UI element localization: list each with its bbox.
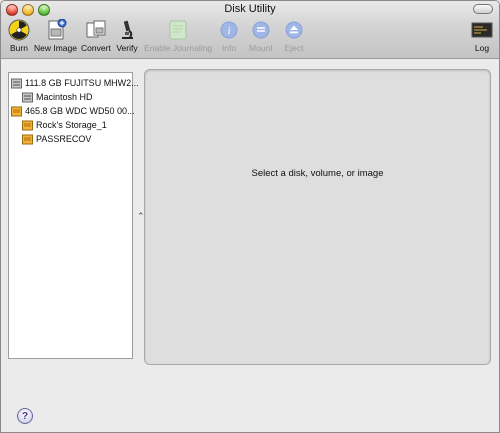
volume-icon bbox=[22, 92, 33, 103]
eject-label: Eject bbox=[284, 43, 304, 53]
convert-button[interactable]: Convert bbox=[81, 19, 111, 57]
list-item[interactable]: Rock's Storage_1 bbox=[22, 118, 107, 132]
toolbar-toggle-button[interactable] bbox=[473, 4, 493, 14]
new-image-icon bbox=[45, 19, 67, 41]
internal-disk-icon bbox=[11, 78, 22, 89]
microscope-icon bbox=[116, 19, 138, 41]
info-label: Info bbox=[221, 43, 237, 53]
list-item[interactable]: 111.8 GB FUJITSU MHW2... bbox=[11, 76, 139, 90]
burn-button[interactable]: Burn bbox=[8, 19, 30, 57]
disk-utility-window: Disk Utility Burn New Image Convert Veri… bbox=[0, 0, 500, 433]
help-icon: ? bbox=[21, 410, 29, 422]
new-image-label: New Image bbox=[34, 43, 77, 53]
info-icon: i bbox=[218, 19, 240, 41]
mount-label: Mount bbox=[249, 43, 273, 53]
external-volume-icon bbox=[22, 120, 33, 131]
log-icon bbox=[471, 19, 493, 41]
list-item[interactable]: PASSRECOV bbox=[22, 132, 91, 146]
enable-journaling-button[interactable]: Enable Journaling bbox=[144, 19, 212, 57]
detail-panel: Select a disk, volume, or image bbox=[144, 69, 491, 365]
list-item-label: Macintosh HD bbox=[36, 92, 93, 102]
verify-label: Verify bbox=[116, 43, 138, 53]
mount-button[interactable]: Mount bbox=[249, 19, 273, 57]
enable-journaling-label: Enable Journaling bbox=[144, 43, 213, 53]
list-item[interactable]: Macintosh HD bbox=[22, 90, 93, 104]
eject-icon bbox=[283, 19, 305, 41]
enable-journaling-icon bbox=[167, 19, 189, 41]
toolbar-area: Disk Utility Burn New Image Convert Veri… bbox=[1, 1, 499, 59]
log-button[interactable]: Log bbox=[471, 19, 493, 57]
convert-label: Convert bbox=[81, 43, 111, 53]
info-button[interactable]: i Info bbox=[218, 19, 240, 57]
list-item-label: Rock's Storage_1 bbox=[36, 120, 107, 130]
mount-icon bbox=[250, 19, 272, 41]
list-item-label: 465.8 GB WDC WD50 00... bbox=[25, 106, 135, 116]
verify-button[interactable]: Verify bbox=[116, 19, 138, 57]
new-image-button[interactable]: New Image bbox=[34, 19, 77, 57]
external-disk-icon bbox=[11, 106, 22, 117]
list-item-label: PASSRECOV bbox=[36, 134, 92, 144]
empty-selection-message: Select a disk, volume, or image bbox=[251, 168, 384, 179]
eject-button[interactable]: Eject bbox=[283, 19, 305, 57]
burn-icon bbox=[8, 19, 30, 41]
toolbar: Burn New Image Convert Verify Enable Jou… bbox=[1, 19, 499, 57]
help-button[interactable]: ? bbox=[17, 408, 33, 424]
window-title: Disk Utility bbox=[224, 3, 276, 15]
log-label: Log bbox=[474, 43, 490, 53]
convert-icon bbox=[85, 19, 107, 41]
list-item[interactable]: 465.8 GB WDC WD50 00... bbox=[11, 104, 135, 118]
list-item-label: 111.8 GB FUJITSU MHW2... bbox=[25, 78, 139, 88]
disk-list[interactable]: 111.8 GB FUJITSU MHW2... Macintosh HD 46… bbox=[8, 72, 139, 359]
burn-label: Burn bbox=[10, 43, 28, 53]
external-volume-icon bbox=[22, 134, 33, 145]
svg-text:i: i bbox=[227, 25, 230, 37]
